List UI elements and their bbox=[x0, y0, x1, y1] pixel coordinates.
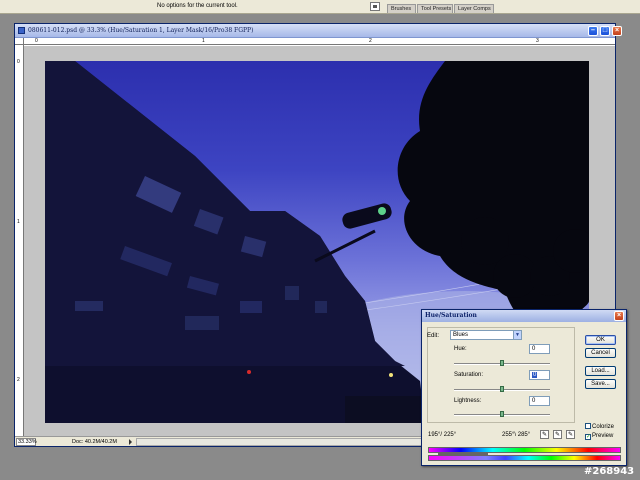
chevron-down-icon[interactable]: ▼ bbox=[513, 331, 521, 339]
document-icon bbox=[18, 27, 25, 34]
hue-slider[interactable] bbox=[454, 360, 550, 366]
load-button[interactable]: Load... bbox=[585, 366, 616, 376]
saturation-value: 0 bbox=[532, 372, 538, 378]
eyedropper-minus-icon[interactable]: ✎ bbox=[566, 430, 575, 439]
hue-slider-thumb[interactable] bbox=[500, 360, 504, 366]
palette-well-icon[interactable] bbox=[370, 2, 380, 11]
preview-checkbox[interactable]: ✓Preview bbox=[585, 433, 613, 440]
colorize-checkbox[interactable]: Colorize bbox=[585, 423, 614, 430]
document-title: 080611-012.psd @ 33.3% (Hue/Saturation 1… bbox=[28, 27, 254, 34]
colorize-label: Colorize bbox=[592, 424, 615, 430]
hue-field[interactable]: 0 bbox=[529, 344, 550, 354]
edit-select-value: Blues bbox=[453, 332, 469, 338]
ruler-label: 0 bbox=[35, 38, 38, 44]
document-size: Doc: 40.2M/40.2M bbox=[72, 439, 117, 445]
preview-checkbox-box[interactable]: ✓ bbox=[585, 434, 591, 440]
colorize-checkbox-box[interactable] bbox=[585, 423, 591, 429]
close-button[interactable]: × bbox=[612, 26, 622, 36]
eyedropper-icon[interactable]: ✎ bbox=[540, 430, 549, 439]
horizontal-scrollbar[interactable] bbox=[136, 438, 436, 446]
save-button[interactable]: Save... bbox=[585, 379, 616, 389]
options-message: No options for the current tool. bbox=[157, 3, 238, 9]
ruler-vertical[interactable]: 0 1 2 bbox=[15, 45, 24, 438]
ruler-label: 1 bbox=[17, 219, 20, 225]
tab-brushes[interactable]: Brushes bbox=[387, 4, 416, 13]
lightness-field[interactable]: 0 bbox=[529, 396, 550, 406]
edit-label: Edit: bbox=[427, 333, 440, 339]
ruler-label: 3 bbox=[536, 38, 539, 44]
dialog-title: Hue/Saturation bbox=[425, 312, 477, 319]
ruler-label: 0 bbox=[17, 59, 20, 65]
ruler-horizontal[interactable]: 0 1 2 3 bbox=[24, 38, 615, 45]
hue-label: Hue: bbox=[454, 346, 467, 352]
maximize-button[interactable]: □ bbox=[600, 26, 610, 36]
saturation-slider-thumb[interactable] bbox=[500, 386, 504, 392]
lightness-slider-thumb[interactable] bbox=[500, 411, 504, 417]
tab-tool-presets[interactable]: Tool Presets bbox=[417, 4, 453, 13]
dialog-titlebar[interactable]: Hue/Saturation × bbox=[422, 310, 626, 322]
ok-button[interactable]: OK bbox=[585, 335, 616, 345]
cancel-button[interactable]: Cancel bbox=[585, 348, 616, 358]
saturation-label: Saturation: bbox=[454, 372, 484, 378]
options-bar: No options for the current tool. Brushes… bbox=[0, 0, 640, 14]
ruler-corner[interactable] bbox=[15, 38, 24, 45]
eyedropper-plus-icon[interactable]: ✎ bbox=[553, 430, 562, 439]
lightness-label: Lightness: bbox=[454, 398, 482, 404]
watermark: #268943 bbox=[584, 466, 635, 477]
preview-label: Preview bbox=[592, 433, 614, 439]
tab-layer-comps[interactable]: Layer Comps bbox=[454, 4, 494, 13]
range-left-value: 195°/ 225° bbox=[428, 432, 457, 438]
zoom-field[interactable]: 33.33% bbox=[16, 438, 37, 446]
saturation-slider[interactable] bbox=[454, 386, 550, 392]
edit-select[interactable]: Blues ▼ bbox=[450, 330, 522, 340]
dialog-close-button[interactable]: × bbox=[614, 311, 624, 321]
hue-saturation-dialog: Hue/Saturation × Edit: Blues ▼ Hue: 0 Sa… bbox=[421, 309, 627, 466]
saturation-field[interactable]: 0 bbox=[529, 370, 550, 380]
ruler-label: 2 bbox=[369, 38, 372, 44]
ruler-label: 2 bbox=[17, 377, 20, 383]
adjusted-spectrum-bar bbox=[428, 455, 621, 461]
range-right-value: 255°\ 285° bbox=[502, 432, 531, 438]
status-menu-arrow-icon[interactable] bbox=[129, 439, 132, 445]
ruler-label: 1 bbox=[202, 38, 205, 44]
document-titlebar[interactable]: 080611-012.psd @ 33.3% (Hue/Saturation 1… bbox=[15, 24, 622, 38]
minimize-button[interactable]: – bbox=[588, 26, 598, 36]
lightness-slider[interactable] bbox=[454, 411, 550, 417]
adjustment-group bbox=[427, 327, 575, 423]
